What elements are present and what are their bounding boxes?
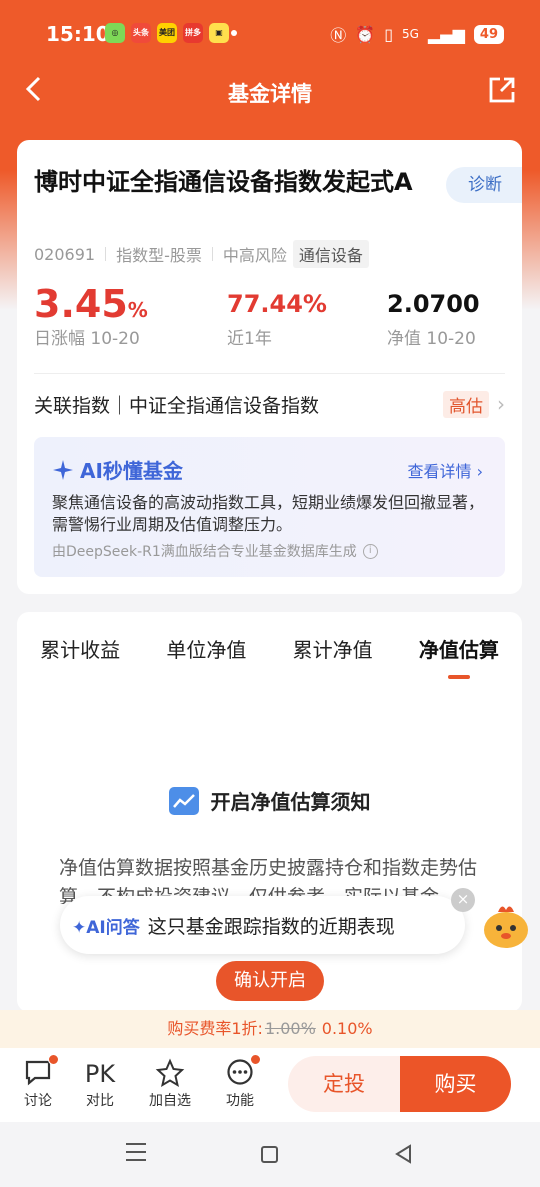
chart-icon <box>168 786 199 815</box>
signal-icon: ▂▄▆ <box>427 24 465 44</box>
status-right: Ⓝ ⏰ ▯ 5G ▂▄▆ 49 <box>330 22 504 46</box>
compare-label: 对比 <box>86 1093 114 1109</box>
year-return-value: 77.44% <box>227 290 327 318</box>
ai-qa-badge: ✦AI问答 <box>72 917 140 938</box>
ai-qa-bubble[interactable]: ✦AI问答 这只基金跟踪指数的近期表现 × <box>60 888 475 954</box>
confirm-enable-button[interactable]: 确认开启 <box>216 961 324 1001</box>
system-nav-bar <box>0 1122 540 1187</box>
status-app-icons: ◎ 头条 美团 拼多 ▣ <box>105 23 229 43</box>
nav-bar: 基金详情 <box>0 66 540 120</box>
fund-type: 指数型-股票 <box>116 246 202 265</box>
valuation-tag: 高估 <box>443 390 489 418</box>
app-notification-icon: ▣ <box>209 23 229 43</box>
tab-cumulative-return[interactable]: 累计收益 <box>40 634 120 679</box>
system-back-icon[interactable] <box>394 1144 412 1164</box>
status-more-dot <box>231 30 237 36</box>
fee-bar: 购买费率1折: 1.00% 0.10% <box>0 1010 540 1048</box>
app-notification-icon: 头条 <box>131 23 151 43</box>
fund-code: 020691 <box>34 244 96 264</box>
diagnose-button[interactable]: 诊断 <box>446 167 522 203</box>
pk-icon: PK <box>84 1060 116 1088</box>
tab-nav-estimate[interactable]: 净值估算 <box>419 634 499 679</box>
chat-icon <box>13 1054 63 1090</box>
divider <box>211 247 213 261</box>
home-icon[interactable] <box>261 1146 278 1163</box>
discuss-label: 讨论 <box>24 1093 52 1109</box>
functions-label: 功能 <box>226 1093 254 1109</box>
ai-more-label: 查看详情 <box>407 462 472 481</box>
page-title: 基金详情 <box>228 82 312 106</box>
year-return-label: 近1年 <box>227 329 272 349</box>
add-watchlist-label: 加自选 <box>149 1093 191 1109</box>
ai-qa-badge-text: AI问答 <box>86 917 140 938</box>
fund-name: 博时中证全指通信设备指数发起式A <box>34 168 413 196</box>
share-icon[interactable] <box>488 76 516 104</box>
nav-stat: 2.0700 净值 10-20 <box>387 282 480 349</box>
battery-icon: 49 <box>473 24 504 44</box>
tab-cumulative-nav[interactable]: 累计净值 <box>293 634 373 679</box>
compare-button[interactable]: PK 对比 <box>75 1058 125 1110</box>
fund-summary-card: 博时中证全指通信设备指数发起式A 诊断 020691 指数型-股票 中高风险 通… <box>17 140 522 594</box>
functions-button[interactable]: 功能 <box>215 1054 265 1110</box>
notification-dot <box>48 1054 59 1065</box>
notice-title: 开启净值估算须知 <box>17 786 522 815</box>
fund-risk: 中高风险 <box>222 246 287 265</box>
app-notification-icon: 拼多 <box>183 23 203 43</box>
buy-button[interactable]: 购买 <box>400 1056 511 1112</box>
alarm-icon: ⏰ <box>355 24 376 44</box>
divider <box>105 247 107 261</box>
network-type: 5G <box>402 27 419 41</box>
more-icon <box>215 1054 265 1090</box>
chart-tabs: 累计收益 单位净值 累计净值 净值估算 <box>17 634 522 679</box>
ai-more-link[interactable]: 查看详情 › <box>407 458 483 482</box>
daily-change-label: 日涨幅 10-20 <box>34 329 140 349</box>
chevron-right-icon: › <box>497 392 505 416</box>
mascot-icon[interactable] <box>480 900 532 952</box>
related-index-label: 关联指数｜中证全指通信设备指数 <box>34 394 320 417</box>
chevron-right-icon: › <box>476 462 483 481</box>
sector-tag: 通信设备 <box>292 240 369 268</box>
vibrate-icon: ▯ <box>384 24 394 44</box>
sparkle-icon <box>53 459 73 480</box>
nav-value: 2.0700 <box>387 290 480 318</box>
ai-summary-box[interactable]: AI秒懂基金 查看详情 › 聚焦通信设备的高波动指数工具，短期业绩爆发但回撤显著… <box>34 437 505 577</box>
status-bar: 15:10 ◎ 头条 美团 拼多 ▣ Ⓝ ⏰ ▯ 5G ▂▄▆ 49 <box>0 0 540 66</box>
bottom-action-bar: 讨论 PK 对比 加自选 功能 定投 购买 <box>0 1048 540 1122</box>
nfc-icon: Ⓝ <box>330 26 347 45</box>
auto-invest-button[interactable]: 定投 <box>288 1056 400 1112</box>
star-icon <box>145 1058 195 1090</box>
notification-dot <box>250 1054 261 1065</box>
divider <box>34 373 505 374</box>
ai-qa-question: 这只基金跟踪指数的近期表现 <box>147 915 395 938</box>
ai-source: 由DeepSeek-R1满血版结合专业基金数据库生成 i <box>52 541 378 561</box>
status-time: 15:10 <box>46 22 110 46</box>
chart-card: 累计收益 单位净值 累计净值 净值估算 开启净值估算须知 净值估算数据按照基金历… <box>17 612 522 1012</box>
year-return-stat: 77.44% 近1年 <box>227 282 327 349</box>
close-icon[interactable]: × <box>451 888 475 912</box>
daily-change-unit: % <box>127 298 148 322</box>
tab-unit-nav[interactable]: 单位净值 <box>166 634 246 679</box>
fee-prefix: 购买费率1折: <box>167 1019 263 1038</box>
ai-source-text: 由DeepSeek-R1满血版结合专业基金数据库生成 <box>52 544 357 560</box>
info-icon[interactable]: i <box>362 543 378 559</box>
app-notification-icon: 美团 <box>157 23 177 43</box>
app-notification-icon: ◎ <box>105 23 125 43</box>
daily-change-value: 3.45% <box>34 282 148 326</box>
ai-summary-text: 聚焦通信设备的高波动指数工具，短期业绩爆发但回撤显著，需警惕行业周期及估值调整压… <box>52 493 485 534</box>
fee-discounted: 0.10% <box>321 1019 373 1038</box>
ai-summary-title-text: AI秒懂基金 <box>80 459 183 483</box>
ai-summary-title: AI秒懂基金 <box>52 455 183 484</box>
fee-original: 1.00% <box>264 1019 316 1038</box>
fund-meta: 020691 指数型-股票 中高风险 通信设备 <box>34 240 369 268</box>
notice-title-text: 开启净值估算须知 <box>210 790 371 814</box>
discuss-button[interactable]: 讨论 <box>13 1054 63 1110</box>
add-watchlist-button[interactable]: 加自选 <box>145 1058 195 1110</box>
related-index-row[interactable]: 关联指数｜中证全指通信设备指数 高估 › <box>34 389 505 419</box>
nav-label: 净值 10-20 <box>387 329 476 349</box>
daily-change-stat: 3.45% 日涨幅 10-20 <box>34 282 148 349</box>
daily-change-number: 3.45 <box>34 282 128 326</box>
recent-apps-icon[interactable] <box>126 1143 146 1167</box>
